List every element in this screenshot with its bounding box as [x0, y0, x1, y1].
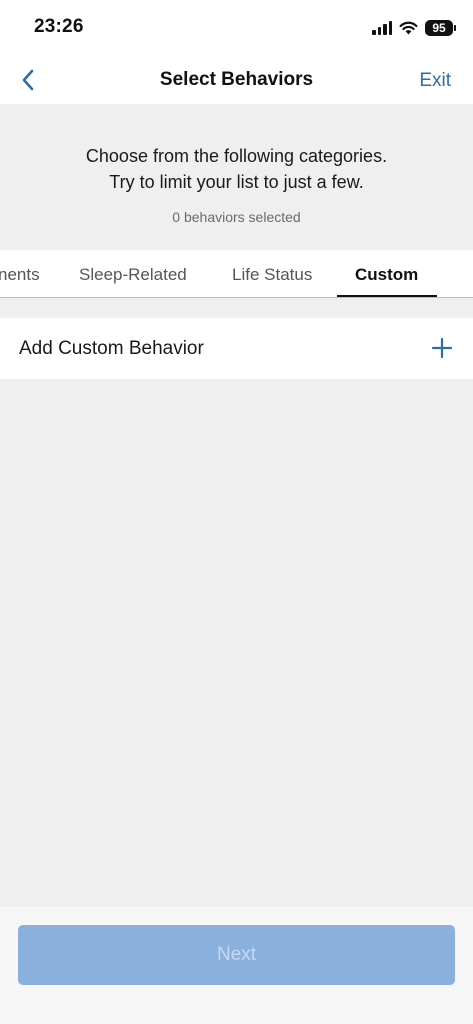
signal-icon	[372, 21, 392, 35]
intro-section: Choose from the following categories. Tr…	[0, 104, 473, 250]
status-time: 23:26	[34, 16, 84, 37]
intro-line-1: Choose from the following categories.	[85, 146, 388, 166]
next-button[interactable]: Next	[18, 925, 455, 985]
status-bar: 23:26 95	[0, 0, 473, 56]
add-custom-behavior-row[interactable]: Add Custom Behavior	[0, 318, 473, 379]
nav-bar: Select Behaviors Exit	[0, 56, 473, 104]
tab-custom[interactable]: Custom	[355, 265, 418, 285]
tab-partial[interactable]: nents	[0, 265, 40, 285]
selected-count: 0 behaviors selected	[172, 209, 301, 225]
tab-sleep-related[interactable]: Sleep-Related	[79, 265, 187, 285]
wifi-icon	[399, 21, 418, 35]
category-tabs[interactable]: nents Sleep-Related Life Status Custom	[0, 250, 473, 298]
exit-button[interactable]: Exit	[419, 70, 451, 92]
intro-line-2: Try to limit your list to just a few.	[109, 172, 364, 192]
plus-icon[interactable]	[431, 337, 453, 359]
active-tab-indicator	[337, 295, 437, 297]
status-icons: 95	[372, 18, 456, 38]
page-title: Select Behaviors	[159, 69, 314, 90]
battery-icon: 95	[425, 20, 456, 36]
tab-life-status[interactable]: Life Status	[232, 265, 312, 285]
add-custom-behavior-label: Add Custom Behavior	[19, 338, 204, 359]
footer: Next	[0, 907, 473, 1024]
